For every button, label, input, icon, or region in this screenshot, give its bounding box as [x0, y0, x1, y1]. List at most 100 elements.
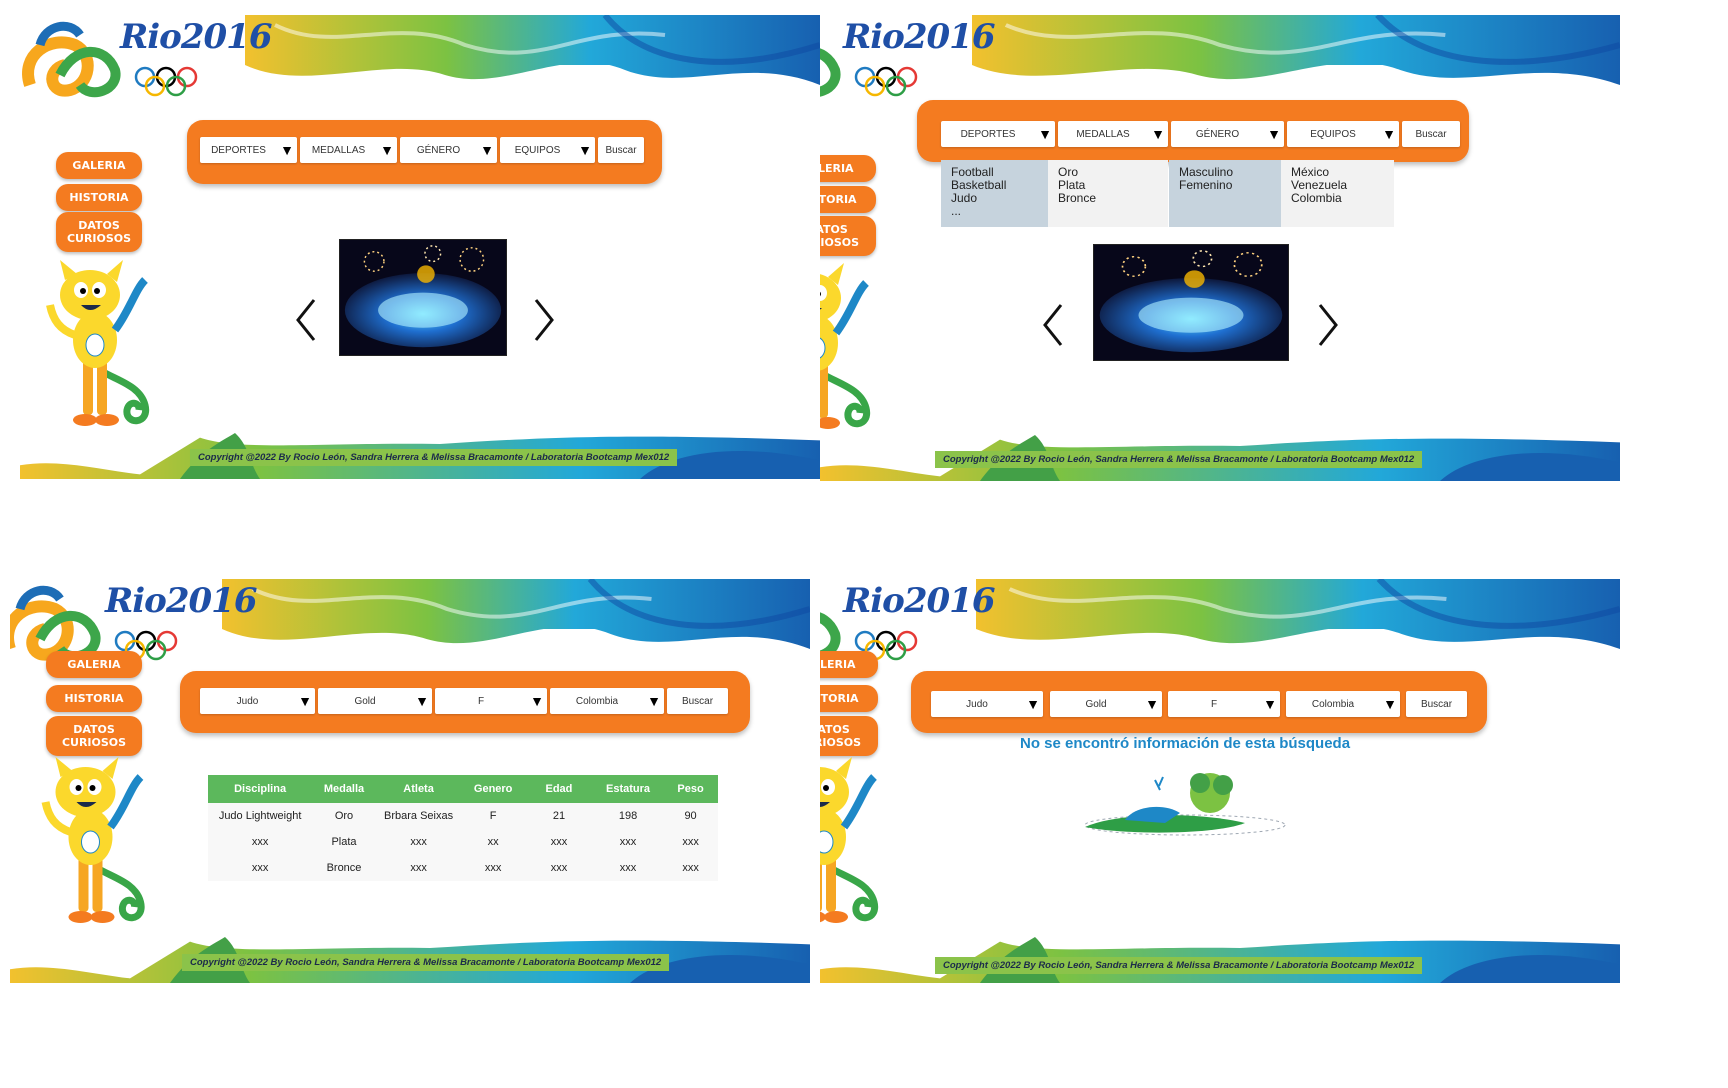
cell: 198 — [618, 810, 638, 822]
col-header: Atleta — [375, 775, 462, 803]
caret-down-icon: ▼ — [1145, 696, 1159, 712]
equipo-value: Colombia — [1311, 698, 1355, 710]
cell: Brbara Seixas — [384, 810, 454, 822]
buscar-button[interactable]: Buscar — [1402, 121, 1460, 147]
buscar-button[interactable]: Buscar — [1406, 691, 1467, 717]
deportes-menu: Football Basketball Judo ... — [941, 160, 1048, 227]
buscar-button[interactable]: Buscar — [598, 137, 644, 163]
deportes-label: DEPORTES — [211, 144, 266, 156]
logo-text: Rio2016 — [843, 581, 995, 621]
copyright-text: Copyright @2022 By Rocio León, Sandra He… — [190, 449, 678, 466]
col-header: Peso — [663, 775, 718, 803]
cell: Plata — [331, 836, 357, 848]
equipo-value: Colombia — [575, 695, 619, 707]
copyright-text: Copyright @2022 By Rocio León, Sandra He… — [935, 957, 1423, 974]
medallas-select[interactable]: MEDALLAS ▼ — [300, 137, 397, 163]
genero-select[interactable]: GÉNERO ▼ — [1171, 121, 1284, 147]
caret-down-icon: ▼ — [1026, 696, 1040, 712]
caret-down-icon: ▼ — [1382, 126, 1396, 142]
nav-galeria-button[interactable]: GALERIA — [56, 152, 142, 179]
medallas-select[interactable]: MEDALLAS ▼ — [1058, 121, 1168, 147]
col-header: Disciplina — [208, 775, 313, 803]
mascot-vinicius — [45, 260, 155, 430]
deporte-select[interactable]: Judo ▼ — [931, 691, 1043, 717]
cell: xxx — [682, 862, 699, 874]
screen-home: Rio2016 GALERIA HISTORIA DATOS CURIOSOS … — [20, 15, 820, 535]
nav-galeria-button[interactable]: GALERIA — [820, 155, 876, 182]
medalla-value: Gold — [354, 695, 376, 707]
col-header: Medalla — [312, 775, 376, 803]
cell: Judo Lightweight — [218, 810, 302, 822]
equipos-select[interactable]: EQUIPOS ▼ — [1287, 121, 1399, 147]
medalla-select[interactable]: Gold ▼ — [1050, 691, 1162, 717]
equipo-select[interactable]: Colombia ▼ — [550, 688, 664, 714]
caret-down-icon: ▼ — [1383, 696, 1397, 712]
chevron-left-icon[interactable] — [1039, 300, 1069, 350]
nav-datos-button[interactable]: DATOS CURIOSOS — [820, 216, 876, 256]
nav-galeria-button[interactable]: GALERIA — [46, 651, 142, 678]
screen-no-results: Rio2016 GALERIA HISTORIA DATOS CURIOSOS … — [820, 575, 1620, 1088]
logo-text: Rio2016 — [843, 17, 995, 57]
caret-down-icon: ▼ — [530, 693, 544, 709]
buscar-button[interactable]: Buscar — [667, 688, 728, 714]
equipo-select[interactable]: Colombia ▼ — [1286, 691, 1400, 717]
genero-select[interactable]: F ▼ — [1168, 691, 1280, 717]
cell: 90 — [684, 810, 697, 822]
header-banner — [972, 15, 1620, 93]
nav-datos-button[interactable]: DATOS CURIOSOS — [820, 716, 878, 756]
cell: xxx — [619, 862, 637, 874]
nav-datos-button[interactable]: DATOS CURIOSOS — [56, 212, 142, 252]
copyright-text: Copyright @2022 By Rocio León, Sandra He… — [935, 451, 1423, 468]
nav-historia-button[interactable]: HISTORIA — [46, 685, 142, 712]
genero-select[interactable]: F ▼ — [435, 688, 547, 714]
cell: xxx — [550, 862, 568, 874]
nav-galeria-button[interactable]: GALERIA — [820, 651, 878, 678]
chevron-right-icon[interactable] — [1312, 300, 1342, 350]
cell: xxx — [251, 836, 269, 848]
mascot-vinicius — [820, 757, 888, 927]
menu-option[interactable]: Judo — [951, 192, 1038, 205]
chevron-left-icon[interactable] — [292, 295, 322, 345]
cell: xxx — [251, 862, 269, 874]
cell: F — [489, 810, 497, 822]
deporte-value: Judo — [236, 695, 259, 707]
menu-option[interactable]: Bronce — [1058, 192, 1158, 205]
medallas-label: MEDALLAS — [311, 144, 366, 156]
cell: xxx — [550, 836, 568, 848]
copyright-text: Copyright @2022 By Rocio León, Sandra He… — [182, 954, 670, 971]
genero-select[interactable]: GÉNERO ▼ — [400, 137, 497, 163]
menu-option[interactable]: Femenino — [1179, 179, 1271, 192]
medalla-value: Gold — [1085, 698, 1107, 710]
caret-down-icon: ▼ — [280, 142, 294, 158]
menu-option[interactable]: Colombia — [1291, 192, 1384, 205]
caret-down-icon: ▼ — [578, 142, 592, 158]
menu-option[interactable]: ... — [951, 205, 1038, 218]
no-results-message: No se encontró información de esta búsqu… — [1020, 735, 1351, 752]
nav-datos-button[interactable]: DATOS CURIOSOS — [46, 716, 142, 756]
screen-filters-open: Rio2016 GALERIA HISTORIA DATOS CURIOSOS … — [820, 15, 1620, 535]
filter-bar: Judo ▼ Gold ▼ F ▼ Colombia ▼ Buscar — [911, 671, 1487, 733]
table-row: xxx Bronce xxx xxx xxx xxx xxx — [208, 855, 718, 881]
header-banner — [222, 579, 810, 657]
gallery-image-stadium — [1093, 244, 1289, 361]
nav-historia-button[interactable]: HISTORIA — [56, 184, 142, 211]
genero-label: GÉNERO — [416, 144, 461, 156]
results-table: Disciplina Medalla Atleta Genero Edad Es… — [208, 775, 718, 881]
chevron-right-icon[interactable] — [528, 295, 558, 345]
nav-historia-button[interactable]: HISTORIA — [820, 685, 878, 712]
caret-down-icon: ▼ — [647, 693, 661, 709]
medalla-select[interactable]: Gold ▼ — [318, 688, 432, 714]
caret-down-icon: ▼ — [380, 142, 394, 158]
nav-historia-button[interactable]: HISTORIA — [820, 186, 876, 213]
deporte-select[interactable]: Judo ▼ — [200, 688, 315, 714]
table-row: Judo Lightweight Oro Brbara Seixas F 21 … — [208, 803, 718, 829]
logo-text: Rio2016 — [105, 581, 257, 621]
table-header-row: Disciplina Medalla Atleta Genero Edad Es… — [208, 775, 718, 803]
deportes-select[interactable]: DEPORTES ▼ — [200, 137, 297, 163]
filter-bar: Judo ▼ Gold ▼ F ▼ Colombia ▼ Buscar — [180, 671, 750, 733]
col-header: Edad — [524, 775, 593, 803]
col-header: Estatura — [592, 775, 664, 803]
sleeping-mascot-illustration — [1084, 773, 1286, 836]
deportes-select[interactable]: DEPORTES ▼ — [941, 121, 1055, 147]
equipos-select[interactable]: EQUIPOS ▼ — [500, 137, 595, 163]
